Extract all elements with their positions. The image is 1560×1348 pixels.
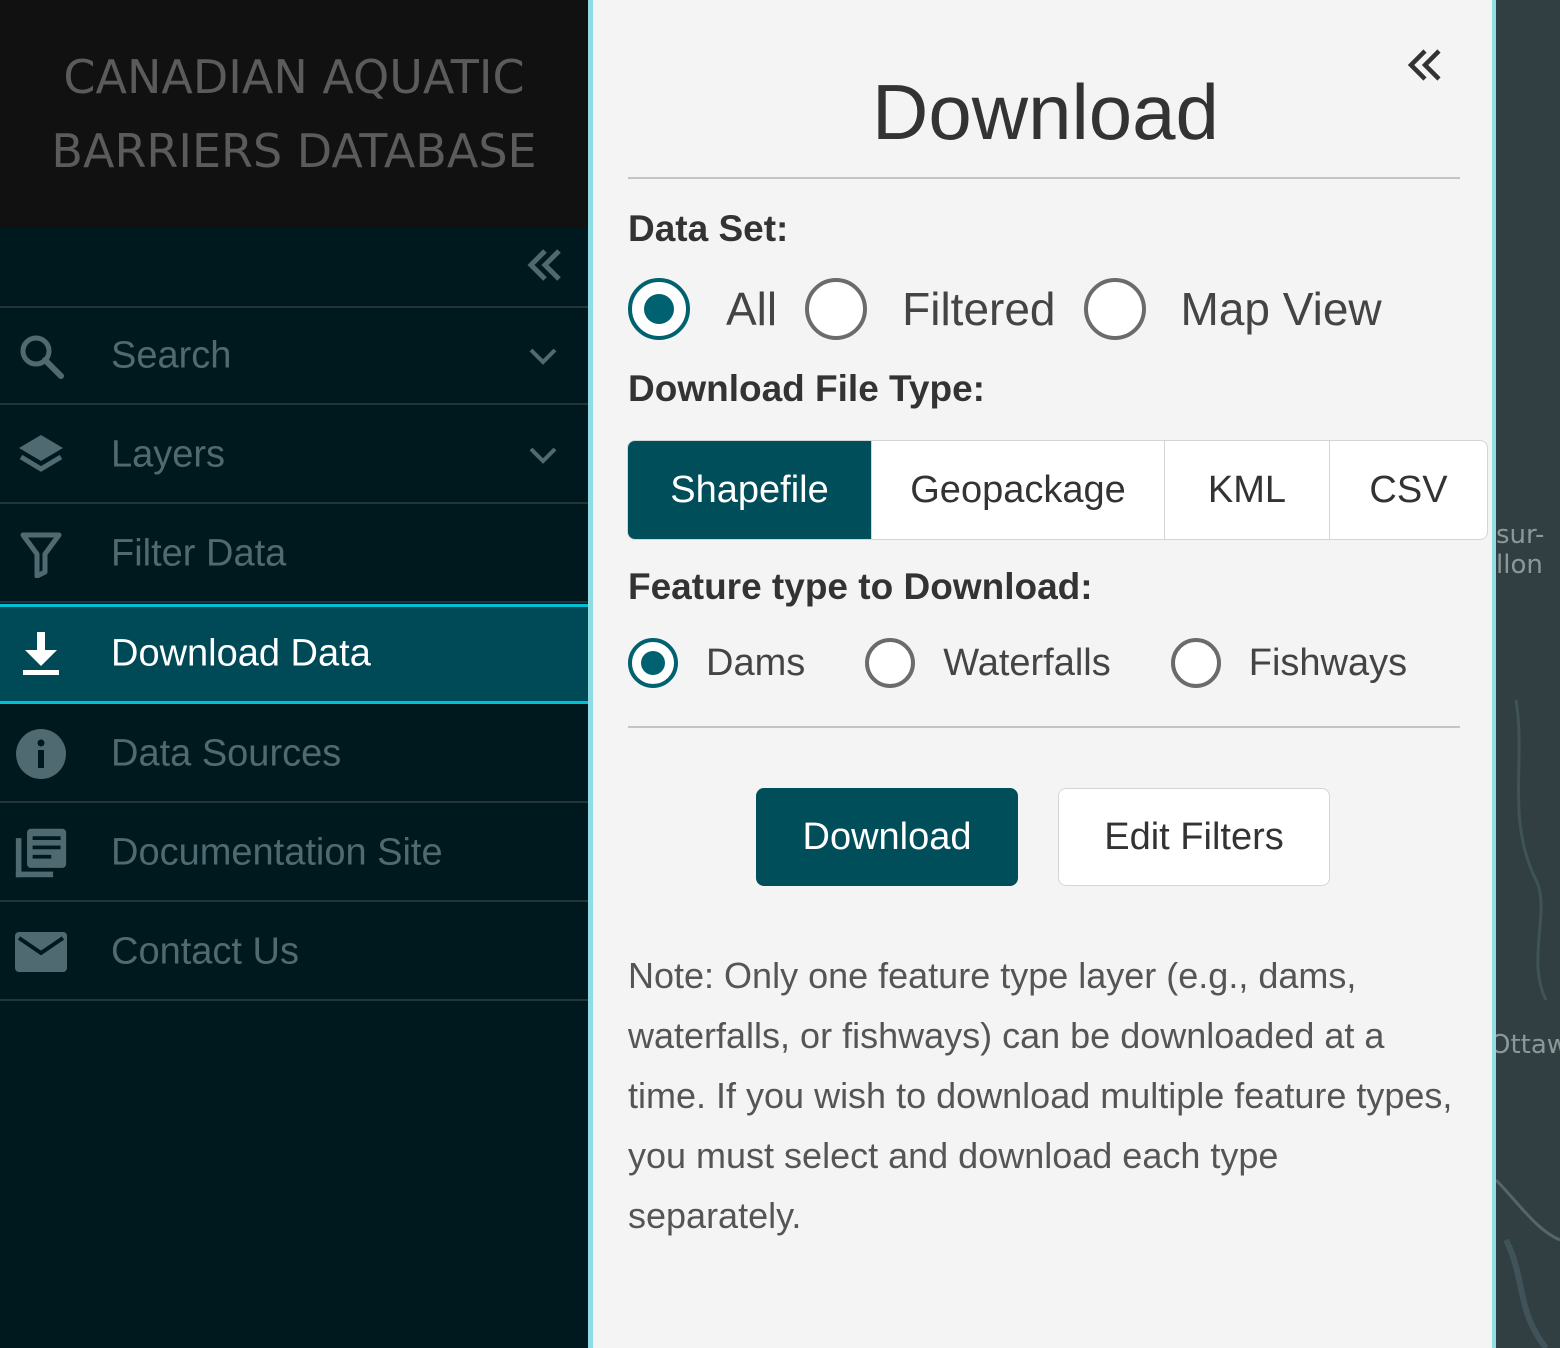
map-label: Ottaw: [1496, 1030, 1560, 1060]
sidebar-item-documentation-site[interactable]: Documentation Site: [0, 805, 588, 902]
dataset-option-label: All: [726, 283, 778, 335]
feature-type-label: Feature type to Download:: [628, 566, 1093, 607]
radio-unchecked-icon[interactable]: [865, 638, 916, 688]
radio-unchecked-icon[interactable]: [1170, 638, 1221, 688]
dataset-option-label: Filtered: [902, 283, 1056, 335]
dataset-option-label: Map View: [1180, 283, 1382, 335]
file-type-selector: Shapefile Geopackage KML CSV: [627, 440, 1488, 540]
mail-icon: [14, 925, 68, 979]
radio-unchecked-icon[interactable]: [1083, 278, 1146, 340]
double-chevron-left-icon[interactable]: [524, 244, 566, 286]
file-type-kml[interactable]: KML: [1165, 441, 1330, 539]
map-background: [1496, 699, 1560, 1348]
sidebar-item-label: Contact Us: [111, 930, 299, 972]
sidebar-item-download-data[interactable]: Download Data: [0, 604, 588, 704]
sidebar: CANADIAN AQUATIC BARRIERS DATABASE Searc…: [0, 0, 588, 1348]
feature-option-label: Fishways: [1248, 641, 1408, 684]
chevron-down-icon[interactable]: [526, 438, 560, 472]
feature-option-fishways[interactable]: Fishways: [1170, 638, 1408, 688]
file-type-label: Download File Type:: [628, 368, 985, 409]
app-title-line-1: CANADIAN AQUATIC: [63, 50, 525, 104]
radio-checked-icon[interactable]: [628, 638, 678, 688]
app-title-line-2: BARRIERS DATABASE: [51, 124, 537, 178]
sidebar-collapse-row: [0, 228, 588, 308]
map-label: llon: [1496, 550, 1543, 580]
sidebar-item-label: Layers: [111, 433, 226, 475]
edit-filters-button[interactable]: Edit Filters: [1058, 788, 1330, 886]
documentation-icon: [14, 826, 68, 880]
search-icon: [14, 329, 68, 383]
sidebar-item-label: Data Sources: [111, 732, 342, 774]
sidebar-item-label: Search: [111, 334, 232, 376]
sidebar-item-label: Download Data: [111, 632, 371, 675]
dataset-option-filtered[interactable]: Filtered: [805, 278, 1056, 340]
sidebar-item-data-sources[interactable]: Data Sources: [0, 706, 588, 803]
dataset-option-all[interactable]: All: [628, 278, 777, 340]
sidebar-item-contact-us[interactable]: Contact Us: [0, 904, 588, 1001]
feature-option-label: Dams: [706, 641, 806, 684]
info-icon: [14, 727, 68, 781]
download-button[interactable]: Download: [756, 788, 1018, 886]
divider: [628, 177, 1460, 179]
feature-type-radio-group: Dams Waterfalls Fishways: [628, 638, 1407, 688]
map-canvas[interactable]: sur- llon Ottaw: [1496, 0, 1560, 1348]
chevron-down-icon[interactable]: [526, 339, 560, 373]
file-type-csv[interactable]: CSV: [1330, 441, 1487, 539]
divider: [628, 726, 1460, 728]
dataset-option-map-view[interactable]: Map View: [1083, 278, 1382, 340]
radio-unchecked-icon[interactable]: [805, 278, 868, 340]
panel-title: Download: [872, 68, 1219, 156]
sidebar-item-filter-data[interactable]: Filter Data: [0, 506, 588, 603]
sidebar-header: CANADIAN AQUATIC BARRIERS DATABASE: [0, 0, 588, 228]
sidebar-item-layers[interactable]: Layers: [0, 407, 588, 504]
sidebar-item-label: Documentation Site: [111, 831, 443, 873]
filter-icon: [14, 527, 68, 581]
sidebar-item-label: Filter Data: [111, 532, 287, 574]
file-type-shapefile[interactable]: Shapefile: [628, 441, 872, 539]
layers-icon: [14, 428, 68, 482]
download-icon: [14, 627, 68, 681]
download-panel: Download Data Set: All Filtered Map View…: [588, 0, 1496, 1348]
radio-checked-icon[interactable]: [628, 278, 690, 340]
feature-option-label: Waterfalls: [943, 641, 1111, 684]
sidebar-item-search[interactable]: Search: [0, 308, 588, 405]
dataset-label: Data Set:: [628, 208, 789, 249]
file-type-geopackage[interactable]: Geopackage: [872, 441, 1165, 539]
app-title: CANADIAN AQUATIC BARRIERS DATABASE: [51, 40, 536, 188]
feature-option-dams[interactable]: Dams: [628, 638, 805, 688]
feature-option-waterfalls[interactable]: Waterfalls: [865, 638, 1111, 688]
dataset-radio-group: All Filtered Map View: [628, 278, 1382, 340]
map-label: sur-: [1496, 520, 1545, 550]
download-note: Note: Only one feature type layer (e.g.,…: [628, 955, 1453, 1236]
